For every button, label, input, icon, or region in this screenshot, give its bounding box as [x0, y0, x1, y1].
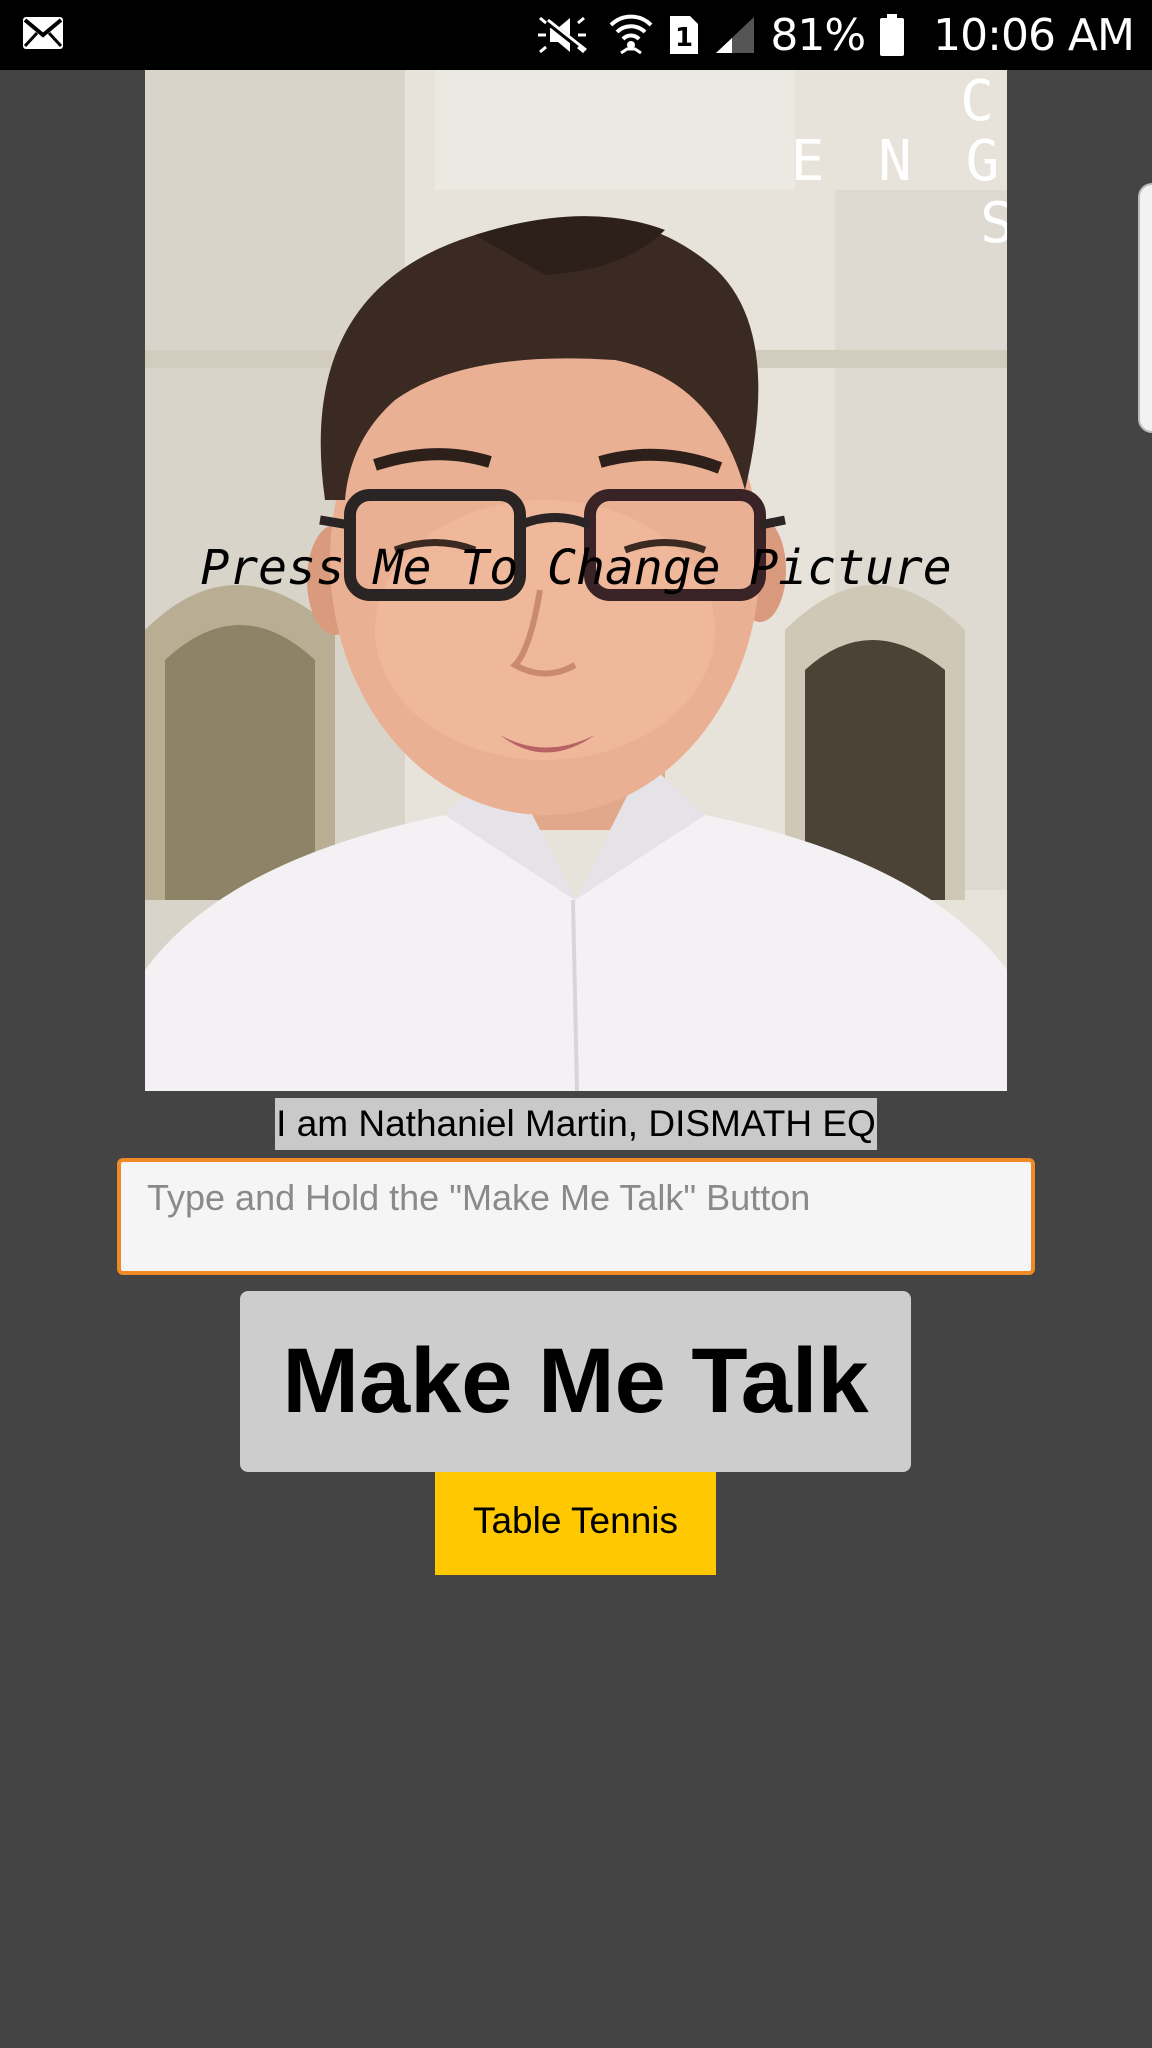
svg-text:1: 1	[675, 23, 693, 53]
status-bar: 1 81% 10:06 AM	[0, 0, 1152, 70]
edge-panel-handle[interactable]	[1138, 183, 1152, 433]
speech-text-input[interactable]	[117, 1158, 1035, 1275]
watermark-letter-c: C	[960, 70, 994, 134]
watermark-letters-eng: E N G	[791, 129, 1007, 194]
watermark-letter-s: S	[980, 191, 1007, 256]
battery-percent: 81%	[770, 9, 866, 61]
make-me-talk-button[interactable]: Make Me Talk	[240, 1291, 911, 1472]
name-label: I am Nathaniel Martin, DISMATH EQ	[275, 1098, 877, 1150]
clock: 10:06 AM	[933, 9, 1135, 61]
battery-icon	[879, 13, 905, 57]
mute-icon	[536, 14, 594, 56]
mail-icon	[22, 16, 64, 55]
name-label-row: I am Nathaniel Martin, DISMATH EQ	[0, 1098, 1152, 1150]
signal-icon	[714, 15, 756, 55]
wifi-icon	[608, 13, 654, 57]
change-picture-label: Press Me To Change Picture	[200, 540, 952, 596]
sim-1-icon: 1	[668, 14, 700, 56]
profile-photo-button[interactable]: C E N G S Press Me To Change Picture	[145, 70, 1007, 1091]
table-tennis-button[interactable]: Table Tennis	[435, 1472, 716, 1575]
